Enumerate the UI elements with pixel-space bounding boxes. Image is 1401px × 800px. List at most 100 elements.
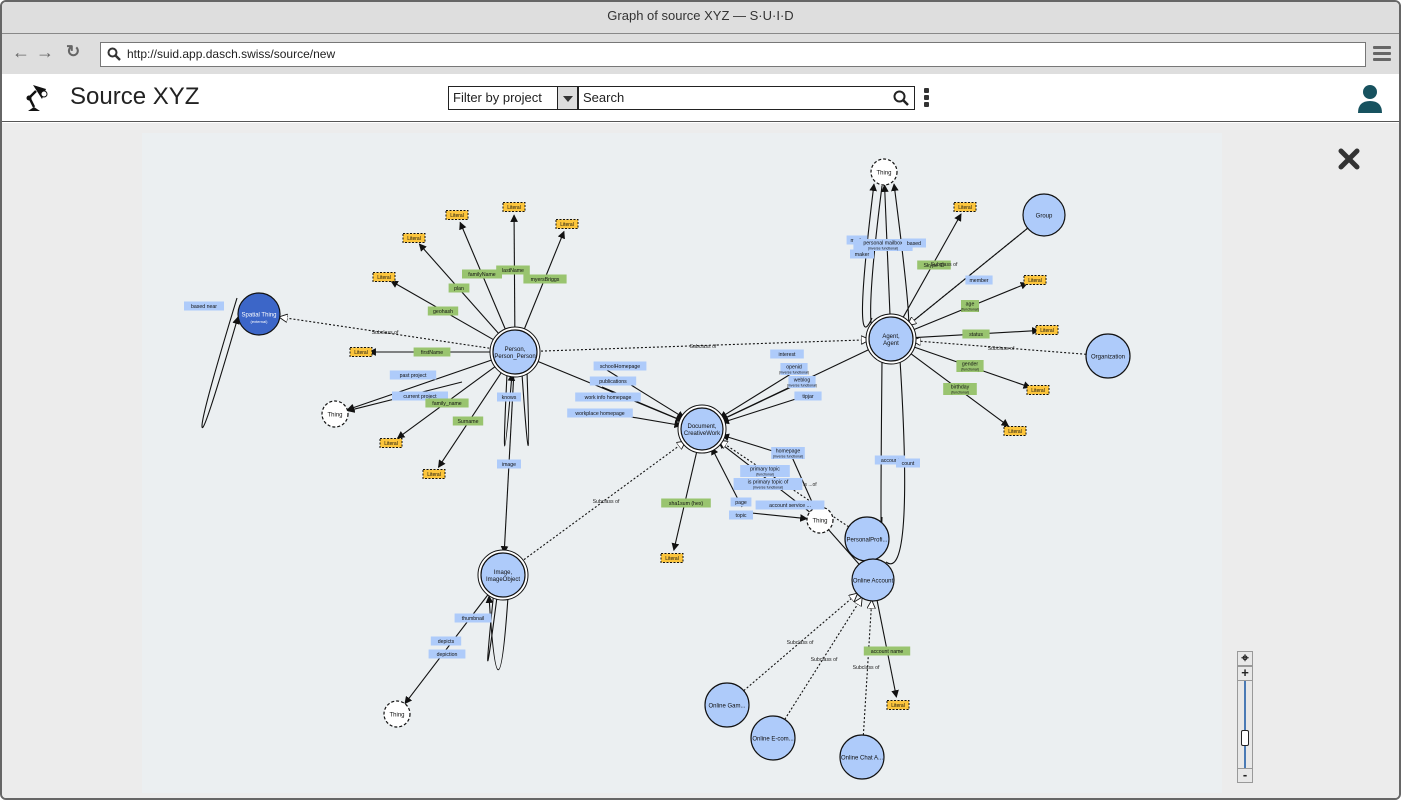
- ontology-graph[interactable]: Spatial Thing(external) Person,Person_Per…: [2, 123, 1401, 800]
- property-label[interactable]: past project: [389, 370, 437, 380]
- property-label[interactable]: based: [902, 238, 926, 248]
- property-label[interactable]: topic: [729, 510, 753, 520]
- property-label[interactable]: Surname: [452, 416, 484, 426]
- property-label[interactable]: myersBriggs: [523, 274, 567, 284]
- property-label[interactable]: publications: [589, 376, 637, 386]
- zoom-slider[interactable]: [1237, 681, 1253, 768]
- property-text: Surname: [457, 419, 478, 425]
- chevron-down-icon[interactable]: [557, 87, 577, 109]
- literal-node[interactable]: Literal: [555, 219, 579, 229]
- property-label[interactable]: count: [896, 458, 920, 468]
- literal-node[interactable]: Literal: [502, 202, 526, 212]
- literal-node[interactable]: Literal: [422, 469, 446, 479]
- class-node[interactable]: Online Account: [851, 558, 895, 602]
- property-label[interactable]: firstName: [413, 347, 451, 357]
- literal-label: Literal: [560, 222, 574, 228]
- literal-node[interactable]: Literal: [1035, 325, 1059, 335]
- property-label[interactable]: knows: [497, 392, 521, 402]
- property-label[interactable]: thumbnail: [454, 613, 492, 623]
- property-label[interactable]: plan: [448, 283, 470, 293]
- literal-node[interactable]: Literal: [372, 272, 396, 282]
- property-label[interactable]: birthday(functional): [943, 383, 977, 395]
- node-label: Thing: [876, 171, 891, 177]
- literal-node[interactable]: Literal: [349, 347, 373, 357]
- property-label[interactable]: geohash: [427, 306, 459, 316]
- property-label[interactable]: account service ...: [755, 500, 825, 510]
- property-label[interactable]: tipjar: [794, 391, 822, 401]
- node-label: Online E-com...: [752, 737, 794, 743]
- property-label[interactable]: lastName: [496, 265, 530, 275]
- property-label[interactable]: familyName: [462, 269, 502, 279]
- property-label[interactable]: depiction: [428, 649, 466, 659]
- literal-node[interactable]: Literal: [953, 202, 977, 212]
- literal-node[interactable]: Literal: [379, 438, 403, 448]
- literal-node[interactable]: Literal: [1023, 275, 1047, 285]
- property-label[interactable]: sha1sum (hex): [661, 498, 711, 508]
- property-label[interactable]: schoolHomepage: [593, 361, 647, 371]
- property-label[interactable]: image: [497, 459, 521, 469]
- node-label: Group: [1036, 214, 1053, 220]
- literal-label: Literal: [1028, 278, 1042, 284]
- zoom-slider-handle[interactable]: [1241, 730, 1249, 747]
- literal-node[interactable]: Literal: [660, 553, 684, 563]
- project-filter-select[interactable]: Filter by project: [448, 86, 578, 110]
- property-label[interactable]: account name: [863, 646, 911, 656]
- search-icon[interactable]: [893, 90, 909, 106]
- literal-node[interactable]: Literal: [1026, 385, 1050, 395]
- class-node[interactable]: Image,ImageObject: [477, 549, 529, 601]
- literal-node[interactable]: Literal: [1003, 426, 1027, 436]
- literal-node[interactable]: Literal: [402, 233, 426, 243]
- reload-icon[interactable]: ↻: [66, 42, 80, 62]
- browser-menu-icon[interactable]: [1373, 46, 1391, 64]
- property-label[interactable]: age(functional): [961, 300, 979, 312]
- class-node[interactable]: PersonalProfi...: [844, 516, 890, 562]
- property-label[interactable]: family_name: [425, 398, 469, 408]
- class-node[interactable]: Online Chat A...: [839, 734, 885, 780]
- class-node[interactable]: Spatial Thing(external): [237, 292, 281, 336]
- url-bar[interactable]: http://suid.app.dasch.swiss/source/new: [100, 42, 1366, 67]
- property-label[interactable]: status: [962, 329, 990, 339]
- class-node[interactable]: Online E-com...: [750, 715, 796, 761]
- close-icon[interactable]: [1336, 146, 1362, 172]
- zoom-in-button[interactable]: +: [1237, 666, 1253, 681]
- thing-node[interactable]: Thing: [321, 400, 349, 428]
- user-avatar-icon[interactable]: [1357, 84, 1383, 114]
- thing-node[interactable]: Thing: [870, 158, 898, 186]
- property-label[interactable]: gender(functional): [956, 360, 984, 372]
- property-label[interactable]: page: [730, 497, 752, 507]
- property-label[interactable]: member: [965, 275, 993, 285]
- thing-node[interactable]: Thing: [383, 700, 411, 728]
- class-node[interactable]: Organization: [1085, 333, 1131, 379]
- property-label[interactable]: primary topic(functional): [740, 465, 790, 477]
- property-label[interactable]: depicts: [430, 636, 462, 646]
- back-arrow-icon[interactable]: ←: [12, 42, 30, 63]
- center-graph-icon[interactable]: ⌖: [1237, 651, 1253, 666]
- property-text: family_name: [432, 401, 462, 407]
- class-node[interactable]: Person,Person_Person: [489, 326, 541, 378]
- class-node[interactable]: Agent,Agent: [865, 313, 917, 365]
- class-node[interactable]: Group: [1022, 193, 1066, 237]
- forward-arrow-icon[interactable]: →: [36, 42, 54, 63]
- property-subtext: (inverse functional): [787, 384, 817, 388]
- node-label: Agent: [883, 341, 899, 347]
- literal-node[interactable]: Literal: [886, 700, 910, 710]
- class-node[interactable]: Document,CreativeWork: [677, 404, 727, 454]
- search-input[interactable]: Search: [578, 86, 915, 110]
- property-label[interactable]: work info homepage: [575, 392, 641, 402]
- thing-node[interactable]: Thing: [806, 506, 834, 534]
- property-label[interactable]: interest: [770, 349, 804, 359]
- property-label[interactable]: is primary topic of(inverse functional): [733, 478, 803, 490]
- property-label[interactable]: workplace homepage: [567, 408, 633, 418]
- literal-node[interactable]: Literal: [445, 210, 469, 220]
- property-label[interactable]: based near: [184, 301, 224, 311]
- property-label[interactable]: weblog(inverse functional): [787, 376, 817, 388]
- property-text: lastName: [502, 268, 524, 274]
- property-text: page: [735, 500, 747, 506]
- more-options-icon[interactable]: [924, 88, 930, 109]
- property-label[interactable]: openid(inverse functional): [779, 363, 809, 375]
- property-text: based near: [191, 304, 217, 310]
- browser-navbar: ← → ↻ http://suid.app.dasch.swiss/source…: [2, 34, 1399, 74]
- zoom-out-button[interactable]: -: [1237, 768, 1253, 783]
- class-node[interactable]: Online Gam...: [704, 682, 750, 728]
- property-label[interactable]: homepage(inverse functional): [771, 447, 805, 459]
